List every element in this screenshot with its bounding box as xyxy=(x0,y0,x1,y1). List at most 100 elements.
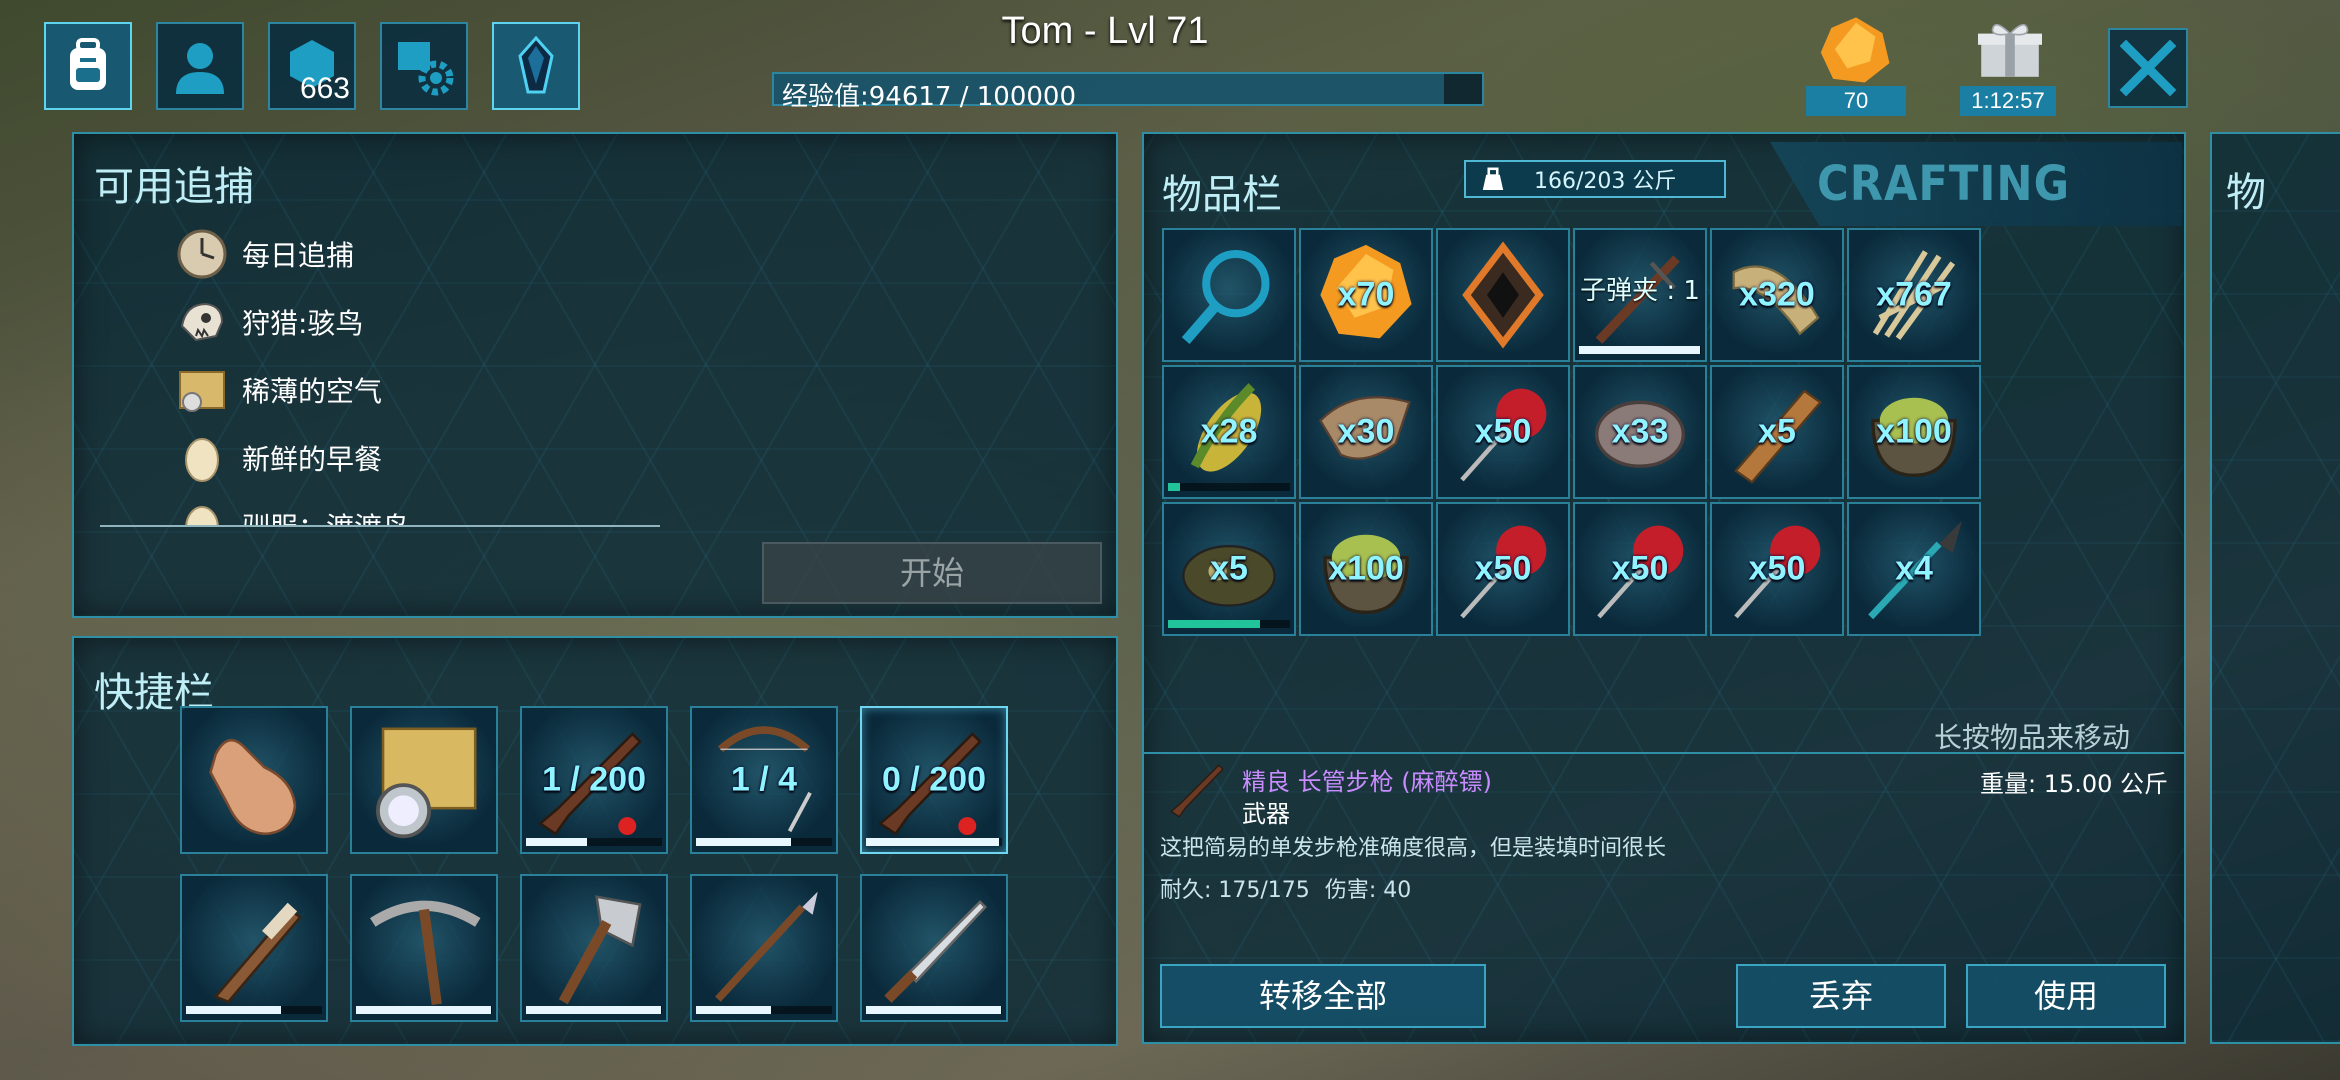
settings-tab-button[interactable] xyxy=(380,22,468,110)
spear-icon xyxy=(715,891,818,1002)
hunt-item[interactable]: 新鲜的早餐 xyxy=(176,428,382,488)
inventory-slot[interactable]: x70 xyxy=(1299,228,1433,362)
item-description: 这把简易的单发步枪准确度很高，但是装填时间很长 xyxy=(1160,836,1667,861)
search-icon xyxy=(1181,249,1270,344)
inventory-slot[interactable]: x50 xyxy=(1710,502,1844,636)
crafting-tab[interactable]: CRAFTING xyxy=(1770,142,2182,226)
item-quantity: x50 xyxy=(1474,549,1532,588)
inventory-slot[interactable]: 子弹夹 : 1 xyxy=(1573,228,1707,362)
tek-tab-button[interactable] xyxy=(492,22,580,110)
item-ammo: 子弹夹 : 1 xyxy=(1580,276,1700,306)
egg-icon xyxy=(185,506,219,526)
inventory-slot[interactable]: x4 xyxy=(1847,502,1981,636)
sword-icon xyxy=(884,900,987,1003)
character-tab-button[interactable] xyxy=(156,22,244,110)
inventory-slot[interactable]: x100 xyxy=(1299,502,1433,636)
item-quantity: x33 xyxy=(1611,412,1669,451)
weight-icon xyxy=(1482,167,1504,191)
inventory-slot[interactable]: x30 xyxy=(1299,365,1433,499)
hatchet-icon xyxy=(558,895,642,1005)
inventory-slot[interactable]: x320 xyxy=(1710,228,1844,362)
inventory-slot[interactable]: x33 xyxy=(1573,365,1707,499)
inventory-slot[interactable]: x5 xyxy=(1162,502,1296,636)
hunt-label: 驯服：渡渡鸟 xyxy=(242,506,410,526)
close-icon xyxy=(2119,39,2177,97)
item-quantity: x50 xyxy=(1611,549,1669,588)
start-hunt-button[interactable]: 开始 xyxy=(762,542,1102,604)
inventory-slot[interactable]: x767 xyxy=(1847,228,1981,362)
hotbar-slot[interactable] xyxy=(520,874,668,1022)
element-counter[interactable]: 70 xyxy=(1806,10,1906,116)
item-quantity: x5 xyxy=(1210,549,1248,588)
durability-bar xyxy=(526,1006,662,1014)
item-weight: 重量: 15.00 公斤 xyxy=(1980,770,2169,798)
transfer-all-button[interactable]: 转移全部 xyxy=(1160,964,1486,1028)
ammo-count: 1 / 4 xyxy=(730,760,798,799)
hotbar-slot[interactable] xyxy=(180,706,328,854)
inventory-slot[interactable]: x28 xyxy=(1162,365,1296,499)
hotbar-slot[interactable] xyxy=(860,874,1008,1022)
inventory-slot[interactable]: x50 xyxy=(1573,502,1707,636)
egg-icon xyxy=(185,438,219,482)
engrams-tab-button[interactable]: 663 xyxy=(268,22,356,110)
item-quantity: x4 xyxy=(1895,549,1933,588)
hunt-item[interactable]: 驯服：渡渡鸟 xyxy=(176,496,410,526)
item-quantity: x320 xyxy=(1739,275,1815,314)
hotbar-slot[interactable] xyxy=(690,874,838,1022)
gift-icon xyxy=(1978,24,2042,77)
element-count: 70 xyxy=(1806,86,1906,116)
gift-timer[interactable]: 1:12:57 xyxy=(1960,10,2056,116)
remote-inventory-panel[interactable] xyxy=(2210,132,2340,1044)
skull-icon xyxy=(180,302,224,342)
inventory-slot[interactable] xyxy=(1436,228,1570,362)
inventory-slot[interactable] xyxy=(1162,228,1296,362)
inventory-slot[interactable]: x50 xyxy=(1436,502,1570,636)
remote-inventory-title: 物 xyxy=(2226,170,2266,216)
durability-bar xyxy=(356,1006,492,1014)
item-quantity: x100 xyxy=(1876,412,1952,451)
ammo-count: 0 / 200 xyxy=(882,760,986,799)
hunts-title: 可用追捕 xyxy=(94,164,254,210)
map-compass-icon xyxy=(376,727,477,839)
durability-bar xyxy=(696,1006,832,1014)
hotbar-slot[interactable]: 0 / 200 xyxy=(860,706,1008,854)
hotbar-slot[interactable]: 1 / 4 xyxy=(690,706,838,854)
ammo-count: 1 / 200 xyxy=(542,760,646,799)
item-quantity: x28 xyxy=(1200,412,1258,451)
list-divider xyxy=(100,525,660,527)
inventory-slot[interactable]: x100 xyxy=(1847,365,1981,499)
hunt-item[interactable]: 稀薄的空气 xyxy=(176,360,382,420)
drop-button[interactable]: 丢弃 xyxy=(1736,964,1946,1028)
hotbar-slot[interactable]: 1 / 200 xyxy=(520,706,668,854)
clock-icon xyxy=(177,229,227,279)
player-name: Tom - Lvl 71 xyxy=(1001,10,1209,52)
hunt-label: 稀薄的空气 xyxy=(242,375,383,408)
hunt-item[interactable]: 每日追捕 xyxy=(176,224,354,284)
hunt-item[interactable]: 狩猎:骇鸟 xyxy=(176,292,363,352)
item-stats: 耐久: 175/175 伤害: 40 xyxy=(1160,872,1411,904)
item-quantity: x767 xyxy=(1876,275,1952,314)
use-button[interactable]: 使用 xyxy=(1966,964,2166,1028)
backpack-icon xyxy=(70,38,106,90)
character-icon xyxy=(176,43,224,94)
detail-divider xyxy=(1142,752,2186,754)
durability-bar xyxy=(866,1006,1002,1014)
hotbar-slot[interactable] xyxy=(350,706,498,854)
hotbar-slot[interactable] xyxy=(350,874,498,1022)
implant-icon xyxy=(1462,241,1544,349)
hunt-label: 每日追捕 xyxy=(242,239,355,272)
durability-bar xyxy=(1579,346,1701,354)
inventory-tab-button[interactable] xyxy=(44,22,132,110)
durability-bar xyxy=(696,838,832,846)
item-quantity: x30 xyxy=(1337,412,1395,451)
durability-bar xyxy=(186,1006,322,1014)
inventory-slot[interactable]: x50 xyxy=(1436,365,1570,499)
item-quantity: x50 xyxy=(1474,412,1532,451)
hunt-label: 狩猎:骇鸟 xyxy=(242,307,364,340)
inventory-slot[interactable]: x5 xyxy=(1710,365,1844,499)
hotbar-slot[interactable] xyxy=(180,874,328,1022)
xp-bar: 经验值:94617 / 100000 xyxy=(772,72,1484,112)
crystal-icon xyxy=(518,35,554,94)
close-button[interactable] xyxy=(2108,28,2188,108)
xp-text: 经验值:94617 / 100000 xyxy=(782,82,1077,112)
